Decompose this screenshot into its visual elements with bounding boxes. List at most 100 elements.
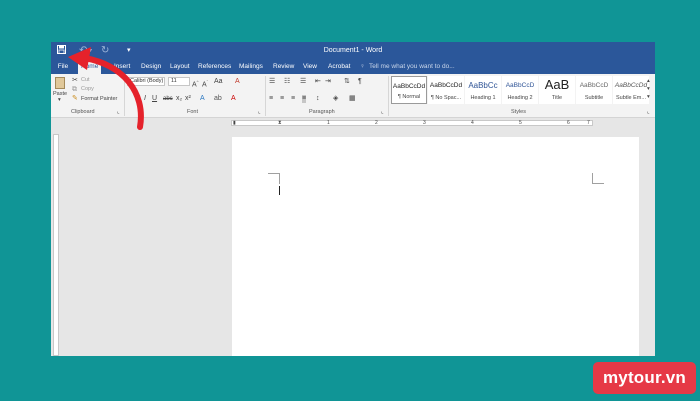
strikethrough-button[interactable]: abc: [163, 95, 173, 103]
tab-mailings[interactable]: Mailings: [239, 62, 263, 72]
style-name: ¶ No Spac...: [430, 95, 462, 101]
paragraph-launcher-icon[interactable]: ⌞: [381, 109, 384, 116]
title-bar: ↶ ▾ ↻ ▾ Document1 - Word: [51, 42, 655, 60]
margin-corner-top-right: [592, 183, 604, 184]
bullets-icon[interactable]: ☰: [269, 78, 275, 86]
styles-scroll-up-icon[interactable]: ▴: [647, 78, 650, 85]
decrease-indent-icon[interactable]: ⇤: [315, 78, 321, 86]
sort-icon[interactable]: ⇅: [344, 78, 350, 86]
justify-icon[interactable]: ≡: [302, 95, 307, 103]
style-name: ¶ Normal: [397, 94, 421, 100]
tab-acrobat[interactable]: Acrobat: [328, 62, 350, 72]
clipboard-group-label: Clipboard: [71, 109, 95, 115]
tell-me-search[interactable]: Tell me what you want to do...: [369, 62, 455, 72]
copy-icon[interactable]: ⧉: [72, 86, 77, 94]
tab-references[interactable]: References: [198, 62, 231, 72]
clipboard-icon: [55, 77, 65, 89]
tab-insert[interactable]: Insert: [114, 62, 130, 72]
group-divider: [124, 76, 125, 116]
font-size-box[interactable]: 11: [168, 77, 190, 86]
vertical-ruler[interactable]: [53, 134, 59, 356]
style-sample: AaBbCcDd: [429, 82, 463, 89]
tab-file[interactable]: File: [51, 60, 75, 74]
multilevel-list-icon[interactable]: ☰: [300, 78, 306, 86]
bold-button[interactable]: B: [135, 95, 140, 103]
style-name: Subtle Em...: [616, 95, 646, 101]
style-name: Heading 1: [470, 95, 496, 101]
ruler-number: 6: [567, 120, 570, 126]
clipboard-launcher-icon[interactable]: ⌞: [117, 109, 120, 116]
paste-dropdown-icon[interactable]: ▾: [58, 97, 61, 104]
style-title[interactable]: AaB Title: [539, 76, 575, 104]
copy-button[interactable]: Copy: [81, 86, 94, 93]
styles-launcher-icon[interactable]: ⌞: [647, 109, 650, 116]
font-color-button[interactable]: A: [231, 95, 236, 103]
horizontal-ruler[interactable]: ▮ ⧗ 1 2 3 4 5 6 7: [231, 120, 593, 126]
underline-button[interactable]: U: [152, 95, 157, 103]
indent-marker[interactable]: ⧗: [278, 120, 282, 127]
margin-corner-top-right: [592, 173, 593, 183]
increase-indent-icon[interactable]: ⇥: [325, 78, 331, 86]
ruler-mark: ▮: [233, 120, 236, 126]
style-sample: AaBbCc: [468, 81, 498, 90]
ruler-number: 1: [327, 120, 330, 126]
style-name: Title: [551, 95, 563, 101]
ribbon: Paste ▾ ✂ Cut ⧉ Copy ✎ Format Painter Cl…: [51, 74, 655, 118]
styles-more-icon[interactable]: ▾: [647, 94, 650, 101]
style-subtitle[interactable]: AaBbCcD Subtitle: [576, 76, 612, 104]
group-divider: [265, 76, 266, 116]
document-page[interactable]: [232, 137, 639, 356]
align-right-icon[interactable]: ≡: [291, 95, 295, 103]
italic-button[interactable]: I: [144, 95, 146, 103]
superscript-button[interactable]: x²: [185, 95, 191, 103]
style-normal[interactable]: AaBbCcDd ¶ Normal: [391, 76, 427, 104]
tab-review[interactable]: Review: [273, 62, 294, 72]
subscript-button[interactable]: x₂: [176, 95, 182, 103]
align-center-icon[interactable]: ≡: [280, 95, 284, 103]
shading-icon[interactable]: ◈: [333, 95, 338, 103]
cut-button[interactable]: Cut: [81, 77, 90, 84]
shrink-font-icon[interactable]: Aˇ: [202, 78, 208, 89]
word-window: ↶ ▾ ↻ ▾ Document1 - Word File Home Inser…: [51, 42, 655, 356]
paragraph-group-label: Paragraph: [309, 109, 335, 115]
ruler-number: 5: [519, 120, 522, 126]
style-name: Subtitle: [584, 95, 604, 101]
style-sample: AaBbCcDd: [392, 83, 426, 90]
grow-font-icon[interactable]: A^: [192, 78, 199, 89]
text-cursor: [279, 186, 280, 195]
tab-home[interactable]: Home: [78, 61, 102, 74]
ruler-number: 7: [587, 120, 590, 126]
ruler-number: 2: [375, 120, 378, 126]
lightbulb-icon: ♀: [360, 63, 365, 70]
styles-group-label: Styles: [511, 109, 526, 115]
mytour-logo: mytour.vn: [593, 362, 696, 394]
align-left-icon[interactable]: ≡: [269, 95, 273, 103]
line-spacing-icon[interactable]: ↕: [316, 95, 320, 103]
font-group-label: Font: [187, 109, 199, 115]
style-no-spacing[interactable]: AaBbCcDd ¶ No Spac...: [428, 76, 464, 104]
cut-icon[interactable]: ✂: [72, 77, 78, 85]
borders-icon[interactable]: ▦: [349, 95, 356, 103]
tab-view[interactable]: View: [303, 62, 317, 72]
text-effects-icon[interactable]: A: [200, 95, 205, 103]
style-name: Heading 2: [507, 95, 533, 101]
show-marks-button[interactable]: ¶: [358, 78, 362, 86]
style-subtle-emphasis[interactable]: AaBbCcDd Subtle Em...: [613, 76, 649, 104]
clear-formatting-icon[interactable]: A: [235, 78, 240, 86]
style-heading-2[interactable]: AaBbCcD Heading 2: [502, 76, 538, 104]
highlight-icon[interactable]: ab: [214, 95, 222, 103]
format-painter-icon[interactable]: ✎: [72, 95, 78, 103]
tab-design[interactable]: Design: [141, 62, 161, 72]
ruler-number: 3: [423, 120, 426, 126]
change-case-icon[interactable]: Aa: [214, 78, 223, 86]
styles-scroll-down-icon[interactable]: ▾: [647, 86, 650, 93]
numbering-icon[interactable]: ☷: [284, 78, 290, 86]
font-launcher-icon[interactable]: ⌞: [258, 109, 261, 116]
group-divider: [388, 76, 389, 116]
style-heading-1[interactable]: AaBbCc Heading 1: [465, 76, 501, 104]
font-name-box[interactable]: Calibri (Body): [127, 77, 165, 86]
format-painter-button[interactable]: Format Painter: [81, 96, 117, 103]
window-title: Document1 - Word: [323, 47, 383, 54]
style-sample: AaB: [544, 77, 570, 92]
tab-layout[interactable]: Layout: [170, 62, 190, 72]
